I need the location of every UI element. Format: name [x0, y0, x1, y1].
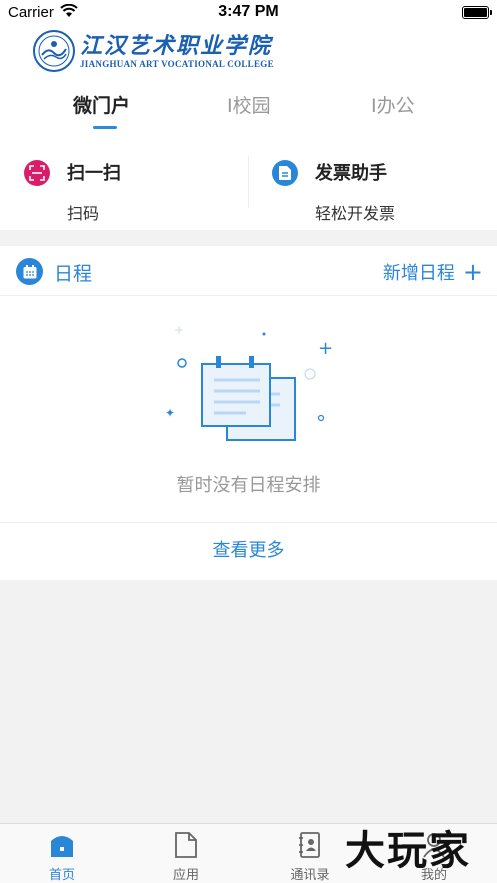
plus-icon: +: [462, 258, 483, 286]
quick-divider: [248, 156, 249, 208]
college-name-en: JIANGHUAN ART VOCATIONAL COLLEGE: [80, 58, 274, 69]
schedule-header: 日程 新增日程 +: [0, 246, 497, 296]
tab-micro-portal[interactable]: 微门户: [73, 91, 130, 118]
home-icon: [51, 836, 73, 857]
invoice-action[interactable]: 发票助手 轻松开发票: [272, 156, 482, 230]
scan-title: 扫一扫: [67, 163, 121, 184]
empty-schedule-illustration: + + ✦: [165, 323, 333, 441]
app-icon: [175, 832, 197, 858]
schedule-card: 日程 新增日程 + + + ✦ 暂时没有日程安排 查看更多: [0, 246, 497, 580]
view-more-button[interactable]: 查看更多: [0, 522, 497, 580]
invoice-title: 发票助手: [315, 163, 387, 184]
clock: 3:47 PM: [218, 3, 279, 20]
tabbar-home-label: 首页: [48, 868, 75, 883]
tabbar-apps[interactable]: 应用: [136, 824, 236, 883]
battery-icon: [462, 6, 492, 19]
active-tab-indicator: [93, 126, 117, 129]
add-schedule-label: 新增日程: [382, 263, 455, 284]
calendar-icon: [16, 258, 43, 285]
invoice-subtitle: 轻松开发票: [315, 204, 396, 223]
scan-subtitle: 扫码: [67, 204, 100, 223]
schedule-title: 日程: [54, 263, 93, 285]
tabbar-apps-label: 应用: [172, 868, 199, 883]
portal-tabs: 微门户 I校园 I办公: [0, 91, 497, 131]
add-schedule-button[interactable]: 新增日程 +: [383, 259, 483, 285]
tabbar-home[interactable]: 首页: [12, 824, 112, 883]
college-emblem-icon: [33, 30, 75, 72]
empty-schedule-text: 暂时没有日程安排: [176, 475, 321, 496]
tab-campus[interactable]: I校园: [227, 91, 271, 118]
invoice-icon: [272, 160, 298, 186]
status-bar: Carrier 3:47 PM: [0, 0, 497, 26]
college-logo: 江汉艺术职业学院 JIANGHUAN ART VOCATIONAL COLLEG…: [32, 28, 274, 74]
svg-text:+: +: [174, 323, 184, 337]
svg-text:✦: ✦: [165, 406, 175, 420]
scan-action[interactable]: 扫一扫 扫码: [24, 156, 234, 230]
tab-office[interactable]: I办公: [371, 91, 415, 118]
contacts-icon: [299, 832, 320, 858]
header: 江汉艺术职业学院 JIANGHUAN ART VOCATIONAL COLLEG…: [0, 26, 497, 230]
scan-icon: [24, 160, 50, 186]
college-name-cn: 江汉艺术职业学院: [80, 32, 273, 59]
watermark-text: 大玩家: [345, 827, 471, 874]
svg-text:+: +: [318, 338, 333, 359]
